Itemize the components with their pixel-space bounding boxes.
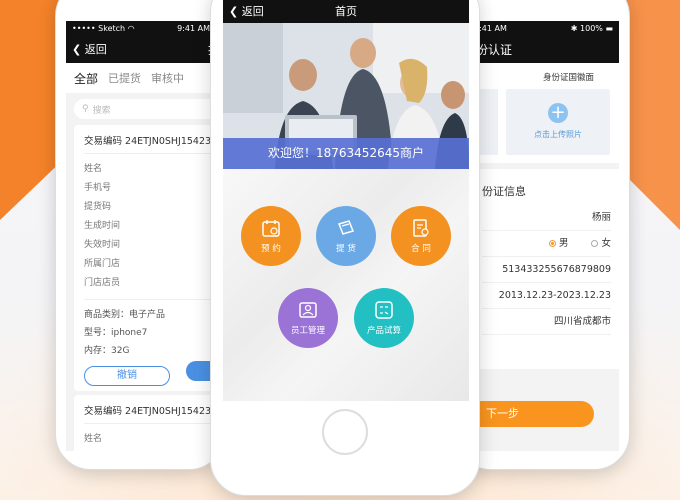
- chevron-left-icon: ❮: [72, 43, 82, 56]
- pickup-screen: ••••• Sketch ◠ 9:41 AM ❮ 返回 提货 全部 已提货 审核…: [66, 21, 216, 451]
- plus-icon: +: [548, 103, 568, 123]
- welcome-banner: 欢迎您！18763452645商户: [223, 138, 469, 169]
- status-bar: ••••• Sketch ◠ 9:41 AM: [66, 21, 216, 35]
- next-button[interactable]: 下一步: [468, 401, 594, 427]
- back-label: 返回: [84, 43, 107, 56]
- cancel-button[interactable]: 撤销: [84, 366, 170, 386]
- field-label: 提货码: [84, 202, 112, 212]
- id-verify-screen: 9:41 AM ✱ 100% ▬ 份认证 身份证国徽面 + 点击上传照片 份证信…: [468, 21, 619, 451]
- home-screen: ❮ 返回 首页 欢迎您！18763452645商户 预 约 提 货 合 同 员工…: [223, 0, 469, 401]
- phone-right: 9:41 AM ✱ 100% ▬ 份认证 身份证国徽面 + 点击上传照片 份证信…: [455, 0, 630, 470]
- tile-label: 员工管理: [290, 326, 325, 336]
- issuer-value: 四川省成都市: [553, 316, 611, 327]
- nav-bar: 份认证: [468, 35, 619, 63]
- calendar-icon: [262, 220, 280, 237]
- tile-pickup[interactable]: 提 货: [316, 206, 376, 266]
- field-phone: 手机号: [84, 179, 216, 198]
- radio-unchecked-icon: [591, 240, 599, 247]
- function-panel: 预 约 提 货 合 同 员工管理 产品试算: [223, 169, 469, 401]
- upload-box-back[interactable]: + 点击上传照片: [506, 89, 610, 155]
- staff-icon: [299, 302, 317, 318]
- field-label: 姓名: [84, 164, 103, 174]
- order-card[interactable]: 交易编码 24ETJN0SHJ154235 姓名: [74, 395, 216, 451]
- field-label: 生成时间: [84, 221, 121, 231]
- field-label: 姓名: [84, 434, 103, 444]
- tab-all[interactable]: 全部: [74, 70, 98, 87]
- field-created-time: 生成时间: [84, 217, 216, 236]
- status-bar: 9:41 AM ✱ 100% ▬: [468, 21, 619, 35]
- field-clerk: 门店店员: [84, 274, 216, 293]
- radio-female[interactable]: 女: [591, 238, 611, 249]
- page-title: 份认证: [476, 42, 513, 57]
- name-field[interactable]: 杨丽: [482, 205, 611, 231]
- product-category: 商品类别：电子产品: [84, 310, 166, 320]
- home-button[interactable]: [322, 409, 368, 455]
- tab-bar: 全部 已提货 审核中: [66, 63, 216, 93]
- id-number-field[interactable]: 513433255676879809: [482, 257, 611, 283]
- calculator-icon: [375, 301, 393, 319]
- status-time: 9:41 AM: [177, 23, 210, 33]
- field-name: 姓名: [84, 430, 216, 449]
- tile-product-calculator[interactable]: 产品试算: [354, 288, 414, 348]
- field-name: 姓名: [84, 160, 216, 179]
- pickup-icon: [337, 220, 355, 235]
- field-expire-time: 失效时间: [84, 236, 216, 255]
- tile-label: 提 货: [336, 244, 356, 254]
- validity-field[interactable]: 2013.12.23-2023.12.23: [482, 283, 611, 309]
- tile-label: 合 同: [411, 244, 431, 254]
- tile-label: 产品试算: [366, 326, 401, 336]
- upload-label: 点击上传照片: [534, 130, 582, 139]
- product-memory: 内存：32G: [84, 346, 130, 356]
- tab-picked-up[interactable]: 已提货: [108, 70, 141, 86]
- divider: [84, 299, 216, 300]
- tile-staff-management[interactable]: 员工管理: [278, 288, 338, 348]
- contract-icon: [413, 219, 429, 237]
- upload-section: 身份证国徽面 + 点击上传照片: [468, 63, 619, 163]
- field-store: 所属门店: [84, 255, 216, 274]
- battery-percent: 100%: [580, 23, 603, 33]
- tab-reviewing[interactable]: 审核中: [151, 70, 184, 86]
- upload-title: 身份证国徽面: [542, 73, 594, 83]
- validity-value: 2013.12.23-2023.12.23: [498, 290, 611, 301]
- search-placeholder: 搜索: [92, 105, 111, 116]
- gender-male-label: 男: [558, 238, 569, 249]
- transaction-code: 交易编码 24ETJN0SHJ154235: [84, 406, 216, 417]
- order-card[interactable]: 交易编码 24ETJN0SHJ154235 姓名 手机号 提货码 生成时间 失效…: [74, 125, 216, 391]
- tile-label: 预 约: [261, 244, 281, 254]
- phone-left: ••••• Sketch ◠ 9:41 AM ❮ 返回 提货 全部 已提货 审核…: [55, 0, 225, 470]
- nav-bar: ❮ 返回 首页: [223, 0, 469, 23]
- divider: [84, 153, 216, 154]
- field-label: 门店店员: [84, 278, 121, 288]
- page-title: 首页: [335, 5, 357, 18]
- wifi-icon: ◠: [127, 23, 135, 33]
- section-title: 份证信息: [482, 185, 526, 198]
- id-info-section: 份证信息 杨丽 男 女 513433255676879809 2013.12.2…: [468, 169, 619, 369]
- radio-male[interactable]: 男: [548, 238, 569, 249]
- bluetooth-icon: ✱: [570, 23, 578, 33]
- field-label: 失效时间: [84, 240, 121, 250]
- signal-icon: •••••: [72, 23, 96, 33]
- tile-contract[interactable]: 合 同: [391, 206, 451, 266]
- id-number-value: 513433255676879809: [502, 264, 611, 275]
- back-button[interactable]: ❮ 返回: [72, 41, 107, 57]
- battery-icon: ▬: [605, 23, 613, 33]
- field-pickup-code: 提货码: [84, 198, 216, 217]
- divider: [84, 423, 216, 424]
- field-label: 所属门店: [84, 259, 121, 269]
- search-input[interactable]: ⚲ 搜索: [74, 99, 216, 119]
- search-icon: ⚲: [82, 104, 89, 114]
- gender-female-label: 女: [601, 238, 611, 249]
- nav-bar: ❮ 返回 提货: [66, 35, 216, 63]
- product-model: 型号：iphone7: [84, 328, 148, 338]
- field-label: 手机号: [84, 183, 112, 193]
- carrier-name: Sketch: [98, 23, 126, 33]
- issuer-field[interactable]: 四川省成都市: [482, 309, 611, 335]
- gender-field: 男 女: [482, 231, 611, 257]
- phone-center: ❮ 返回 首页 欢迎您！18763452645商户 预 约 提 货 合 同 员工…: [210, 0, 480, 496]
- radio-checked-icon: [548, 240, 556, 247]
- transaction-code: 交易编码 24ETJN0SHJ154235: [84, 136, 216, 147]
- name-value: 杨丽: [591, 212, 611, 223]
- tile-appointment[interactable]: 预 约: [241, 206, 301, 266]
